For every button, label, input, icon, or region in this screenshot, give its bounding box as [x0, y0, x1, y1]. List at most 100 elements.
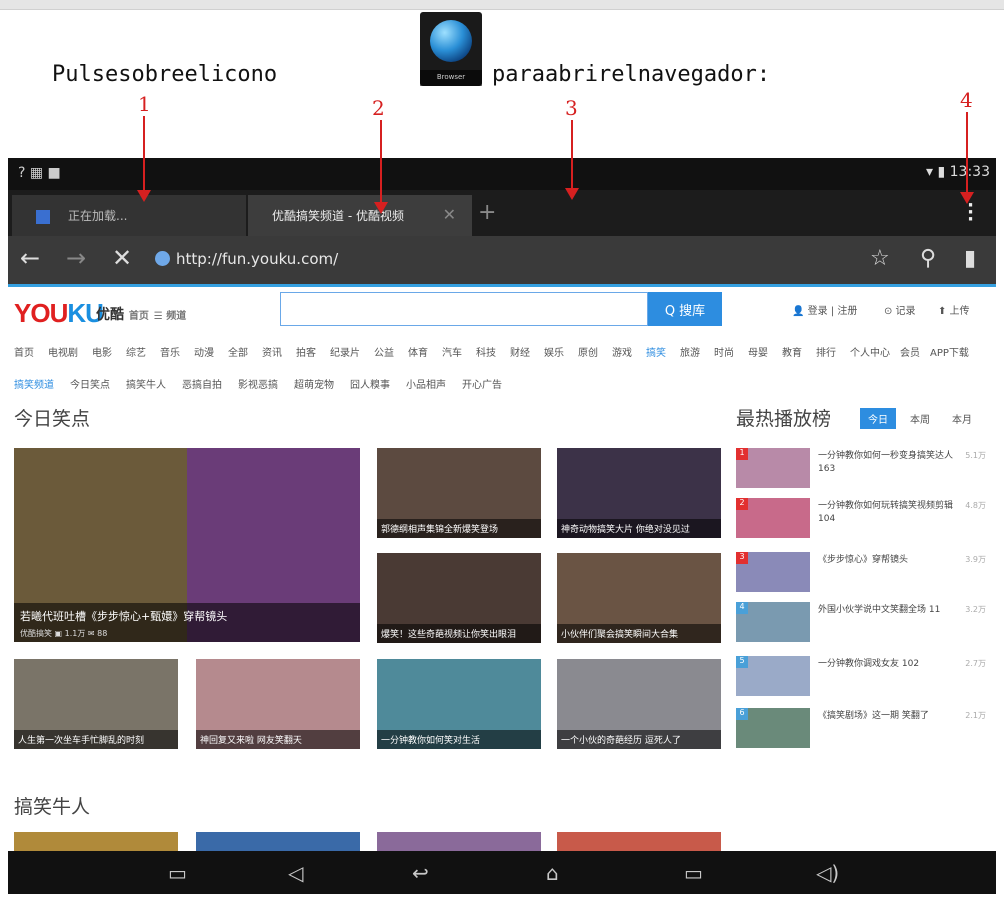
instruction-text-after: paraabrirelnavegador:: [492, 62, 771, 87]
search-button[interactable]: Q 搜库: [648, 292, 722, 326]
rank-item[interactable]: 6 《搞笑剧场》这一期 笑翻了 2.1万: [736, 708, 986, 750]
rank-item[interactable]: 4 外国小伙学说中文笑翻全场 11 3.2万: [736, 602, 986, 644]
rank-text: 一分钟教你如何一秒变身搞笑达人 163: [818, 451, 954, 474]
url-text[interactable]: http://fun.youku.com/: [176, 250, 338, 268]
video-thumbnail[interactable]: 郭德纲相声集锦全新爆笑登场: [377, 448, 541, 538]
home-icon[interactable]: ⌂: [546, 861, 559, 885]
forward-arrow-icon[interactable]: →: [66, 246, 86, 270]
rank-views: 3.2万: [965, 605, 986, 614]
upload-link[interactable]: ⬆ 上传: [938, 302, 970, 317]
nav-right-item[interactable]: APP下载: [930, 348, 969, 359]
nav-item[interactable]: 母婴: [748, 348, 768, 359]
tab-loading[interactable]: 正在加载...: [12, 195, 246, 236]
video-thumbnail[interactable]: 人生第一次坐车手忙脚乱的时刻: [14, 659, 178, 749]
video-thumbnail[interactable]: 爆笑！这些奇葩视频让你笑出眼泪: [377, 553, 541, 643]
nav-item[interactable]: 资讯: [262, 348, 282, 359]
back-icon[interactable]: ↩: [412, 861, 429, 885]
search-icon[interactable]: ⚲: [920, 246, 936, 271]
nav-item[interactable]: 财经: [510, 348, 530, 359]
subnav-item[interactable]: 搞笑牛人: [126, 380, 166, 391]
nav-item[interactable]: 首页: [14, 348, 34, 359]
close-tab-icon[interactable]: ✕: [443, 205, 456, 224]
nav-item[interactable]: 搞笑: [646, 348, 666, 359]
nav-item[interactable]: 纪录片: [330, 348, 360, 359]
nav-item[interactable]: 电影: [92, 348, 112, 359]
video-thumbnail[interactable]: 一分钟教你如何笑对生活: [377, 659, 541, 749]
subnav-item[interactable]: 今日笑点: [70, 380, 110, 391]
rank-tab-month[interactable]: 本月: [944, 408, 980, 429]
volume-up-icon[interactable]: ◁): [816, 861, 839, 885]
nav-item[interactable]: 游戏: [612, 348, 632, 359]
tab-strip: 正在加载... 优酷搞笑频道 - 优酷视频 ✕ + · · ·: [8, 190, 996, 236]
nav-item[interactable]: 电视剧: [48, 348, 78, 359]
nav-right-item[interactable]: 个人中心: [850, 348, 890, 359]
rank-item[interactable]: 5 一分钟教你调戏女友 102 2.7万: [736, 656, 986, 698]
youku-logo[interactable]: YOUKU: [14, 298, 104, 329]
rank-views: 2.7万: [965, 659, 986, 668]
back-arrow-icon[interactable]: ←: [20, 246, 40, 270]
login-link[interactable]: 👤 登录 | 注册: [792, 302, 857, 317]
nav-item[interactable]: 教育: [782, 348, 802, 359]
subnav-item[interactable]: 影视恶搞: [238, 380, 278, 391]
nav-item[interactable]: 排行: [816, 348, 836, 359]
subnav-item[interactable]: 囧人糗事: [350, 380, 390, 391]
bookmark-star-icon[interactable]: ☆: [870, 246, 890, 271]
recent-apps-icon[interactable]: ▭: [684, 861, 703, 885]
search-input[interactable]: [280, 292, 648, 326]
nav-item[interactable]: 公益: [374, 348, 394, 359]
history-link[interactable]: ⊙ 记录: [884, 302, 916, 317]
rank-tab-today[interactable]: 今日: [860, 408, 896, 429]
video-caption: 神回复又来啦 网友笑翻天: [196, 730, 360, 749]
subnav-item[interactable]: 搞笑频道: [14, 380, 54, 391]
tablet-screen: ? ▦ ■ ▾ ▮ 13:33 正在加载... 优酷搞笑频道 - 优酷视频 ✕ +…: [8, 158, 996, 894]
video-thumbnail[interactable]: [196, 832, 360, 851]
nav-item[interactable]: 体育: [408, 348, 428, 359]
document-top-bar: [0, 0, 1004, 10]
nav-item[interactable]: 时尚: [714, 348, 734, 359]
rank-tab-week[interactable]: 本周: [902, 408, 938, 429]
nav-item[interactable]: 旅游: [680, 348, 700, 359]
tab-youku[interactable]: 优酷搞笑频道 - 优酷视频 ✕: [248, 195, 472, 236]
nav-item[interactable]: 全部: [228, 348, 248, 359]
nav-item[interactable]: 动漫: [194, 348, 214, 359]
globe-icon: [430, 20, 472, 62]
subnav-item[interactable]: 开心广告: [462, 380, 502, 391]
main-nav: 首页 电视剧 电影 综艺 音乐 动漫 全部 资讯 拍客 纪录片 公益 体育 汽车 科技 财经 娱乐 原创 游戏 搞笑…: [14, 344, 994, 359]
overflow-menu-icon[interactable]: · · ·: [967, 197, 974, 229]
channel-link[interactable]: ☰ 频道: [154, 311, 186, 322]
bookmarks-icon[interactable]: ▮: [964, 246, 976, 271]
nav-item[interactable]: 原创: [578, 348, 598, 359]
video-thumbnail[interactable]: 一个小伙的奇葩经历 逗死人了: [557, 659, 721, 749]
callout-arrow-3: [565, 120, 579, 200]
stop-loading-icon[interactable]: ✕: [112, 246, 132, 270]
status-time: 13:33: [949, 164, 990, 180]
new-tab-icon[interactable]: +: [478, 200, 496, 225]
video-thumbnail[interactable]: [377, 832, 541, 851]
nav-item[interactable]: 音乐: [160, 348, 180, 359]
hero-video-thumbnail[interactable]: 若曦代班吐槽《步步惊心+甄嬛》穿帮镜头 优酷搞笑 ▣ 1.1万 ✉ 88: [14, 448, 360, 642]
video-thumbnail[interactable]: 小伙伴们聚会搞笑瞬间大合集: [557, 553, 721, 643]
subnav-item[interactable]: 恶搞自拍: [182, 380, 222, 391]
video-thumbnail[interactable]: [557, 832, 721, 851]
nav-right-item[interactable]: 会员: [900, 348, 920, 359]
nav-item[interactable]: 汽车: [442, 348, 462, 359]
rank-item[interactable]: 2 一分钟教你如何玩转搞笑视频剪辑 104 4.8万: [736, 498, 986, 540]
screenshot-icon[interactable]: ▭: [168, 861, 187, 885]
video-thumbnail[interactable]: 神回复又来啦 网友笑翻天: [196, 659, 360, 749]
nav-item[interactable]: 娱乐: [544, 348, 564, 359]
rank-views: 5.1万: [965, 451, 986, 460]
subnav-item[interactable]: 超萌宠物: [294, 380, 334, 391]
video-caption: 神奇动物搞笑大片 你绝对没见过: [557, 519, 721, 538]
nav-item[interactable]: 拍客: [296, 348, 316, 359]
video-caption: 郭德纲相声集锦全新爆笑登场: [377, 519, 541, 538]
subnav-item[interactable]: 小品相声: [406, 380, 446, 391]
rank-badge: 6: [736, 708, 748, 720]
nav-item[interactable]: 科技: [476, 348, 496, 359]
home-link[interactable]: 首页: [129, 311, 149, 322]
volume-down-icon[interactable]: ◁: [288, 861, 303, 885]
nav-item[interactable]: 综艺: [126, 348, 146, 359]
video-thumbnail[interactable]: 神奇动物搞笑大片 你绝对没见过: [557, 448, 721, 538]
rank-item[interactable]: 1 一分钟教你如何一秒变身搞笑达人 163 5.1万: [736, 448, 986, 490]
rank-item[interactable]: 3 《步步惊心》穿帮镜头 3.9万: [736, 552, 986, 594]
video-thumbnail[interactable]: [14, 832, 178, 851]
